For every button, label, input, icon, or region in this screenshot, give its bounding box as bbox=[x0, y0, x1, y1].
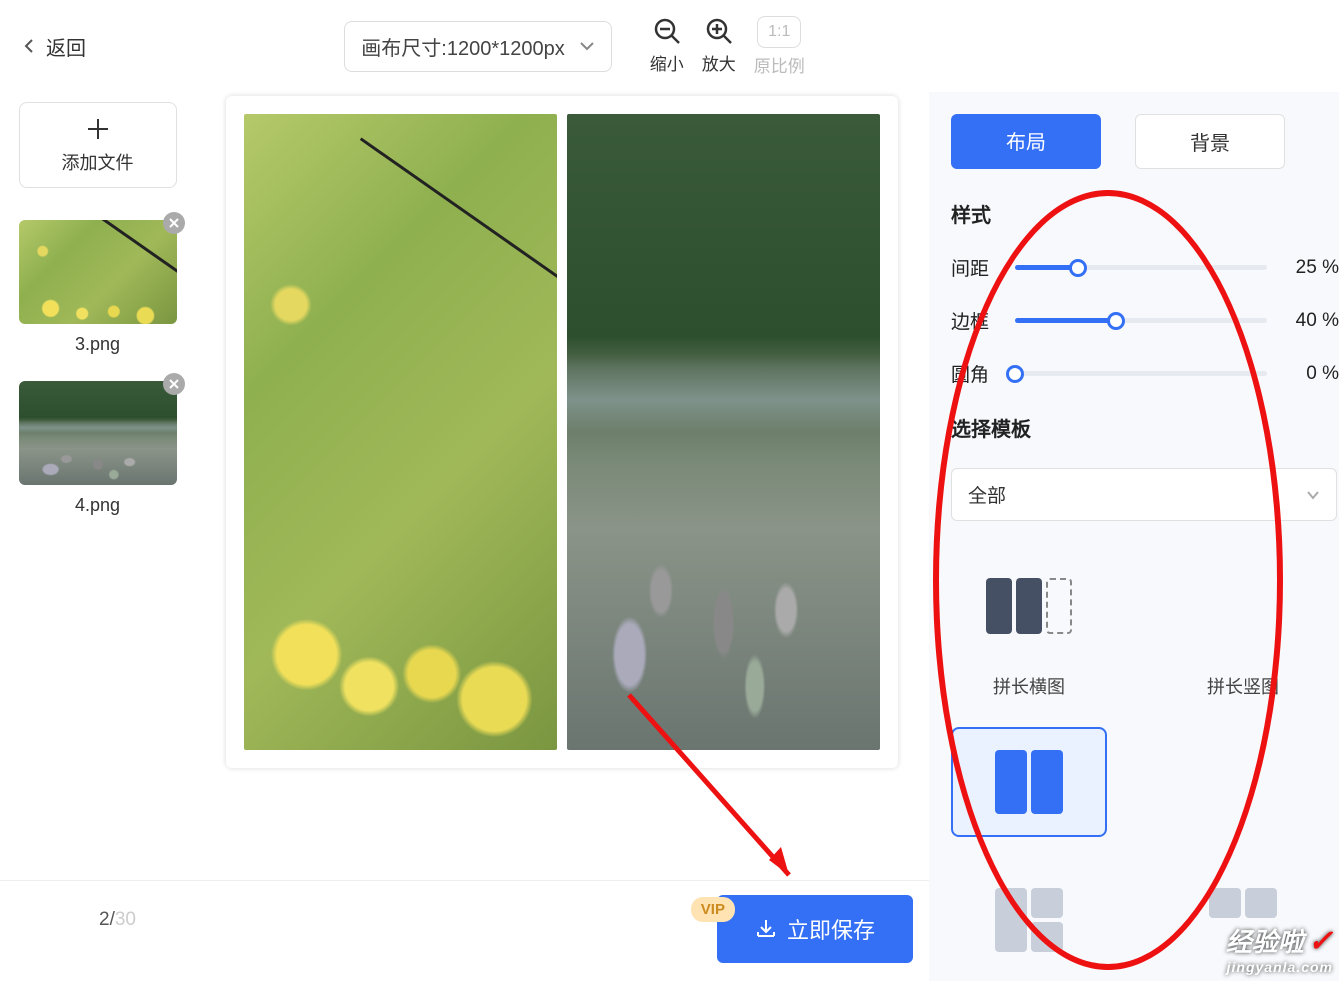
template-grid-3a[interactable] bbox=[951, 865, 1107, 975]
plus-icon bbox=[84, 115, 112, 143]
spacing-label: 间距 bbox=[951, 254, 997, 281]
thumbnail-image bbox=[19, 381, 177, 485]
canvas-slot-left[interactable] bbox=[244, 114, 557, 750]
left-sidebar: 添加文件 3.png 4.png bbox=[0, 92, 195, 981]
zoom-out-button[interactable]: 缩小 bbox=[650, 16, 684, 75]
back-label: 返回 bbox=[46, 32, 86, 61]
top-toolbar: 返回 画布尺寸:1200*1200px 缩小 放大 1:1 原比例 bbox=[0, 0, 1339, 92]
template-long-vertical[interactable]: 拼长竖图 bbox=[1165, 551, 1321, 699]
border-label: 边框 bbox=[951, 307, 997, 334]
corner-slider[interactable] bbox=[1015, 364, 1267, 384]
chevron-left-icon bbox=[22, 38, 38, 54]
template-filter-select[interactable]: 全部 bbox=[951, 468, 1337, 521]
canvas-area: 2/30 VIP 立即保存 bbox=[195, 92, 929, 981]
tab-layout[interactable]: 布局 bbox=[951, 114, 1101, 169]
vip-badge: VIP bbox=[691, 897, 735, 922]
border-row: 边框 40 % bbox=[951, 307, 1339, 334]
spacing-value: 25 % bbox=[1285, 257, 1339, 279]
template-side-by-side[interactable] bbox=[951, 727, 1107, 837]
template-heading: 选择模板 bbox=[951, 413, 1339, 442]
thumbnail-name: 4.png bbox=[75, 495, 120, 516]
save-button[interactable]: 立即保存 bbox=[717, 895, 913, 963]
canvas-size-label: 画布尺寸:1200*1200px bbox=[361, 32, 564, 61]
thumbnail-remove-button[interactable] bbox=[163, 212, 185, 234]
page-current: 2 bbox=[99, 909, 110, 930]
divider bbox=[0, 880, 949, 881]
template-stacked[interactable] bbox=[1165, 727, 1321, 837]
zoom-controls: 缩小 放大 1:1 原比例 bbox=[650, 16, 805, 77]
template-filter-value: 全部 bbox=[968, 481, 1006, 508]
page-total: 30 bbox=[115, 909, 136, 930]
zoom-in-icon bbox=[704, 16, 734, 46]
ratio-label: 原比例 bbox=[754, 52, 805, 77]
save-label: 立即保存 bbox=[787, 913, 875, 945]
page-counter: 2/30 bbox=[99, 909, 136, 931]
template-label: 拼长竖图 bbox=[1207, 673, 1279, 699]
save-area: VIP 立即保存 bbox=[691, 895, 913, 963]
zoom-in-label: 放大 bbox=[702, 50, 736, 75]
thumbnail-image bbox=[19, 220, 177, 324]
template-grid: 拼长横图 拼长竖图 bbox=[951, 551, 1339, 975]
add-file-label: 添加文件 bbox=[62, 149, 134, 175]
corner-value: 0 % bbox=[1285, 363, 1339, 385]
spacing-slider[interactable] bbox=[1015, 258, 1267, 278]
template-long-horizontal[interactable]: 拼长横图 bbox=[951, 551, 1107, 699]
style-heading: 样式 bbox=[951, 199, 1339, 228]
close-icon bbox=[169, 379, 179, 389]
template-label: 拼长横图 bbox=[993, 673, 1065, 699]
chevron-down-icon bbox=[579, 38, 595, 54]
thumbnail-item[interactable] bbox=[19, 220, 177, 324]
panel-tabs: 布局 背景 bbox=[951, 114, 1339, 169]
right-panel: 布局 背景 样式 间距 25 % 边框 40 % 圆角 0 % 选择模板 bbox=[929, 92, 1339, 981]
thumbnail-item[interactable] bbox=[19, 381, 177, 485]
canvas-slot-right[interactable] bbox=[567, 114, 880, 750]
corner-row: 圆角 0 % bbox=[951, 360, 1339, 387]
canvas-size-select[interactable]: 画布尺寸:1200*1200px bbox=[344, 21, 611, 72]
top-center: 画布尺寸:1200*1200px 缩小 放大 1:1 原比例 bbox=[234, 16, 915, 77]
corner-label: 圆角 bbox=[951, 360, 997, 387]
reset-ratio-button[interactable]: 1:1 原比例 bbox=[754, 16, 805, 77]
back-button[interactable]: 返回 bbox=[14, 24, 94, 69]
download-icon bbox=[755, 918, 777, 940]
zoom-out-label: 缩小 bbox=[650, 50, 684, 75]
collage-canvas[interactable] bbox=[226, 96, 898, 768]
close-icon bbox=[169, 218, 179, 228]
add-file-button[interactable]: 添加文件 bbox=[19, 102, 177, 188]
chevron-down-icon bbox=[1306, 488, 1320, 502]
template-grid-3b[interactable] bbox=[1165, 865, 1321, 975]
thumbnail-name: 3.png bbox=[75, 334, 120, 355]
border-value: 40 % bbox=[1285, 310, 1339, 332]
zoom-in-button[interactable]: 放大 bbox=[702, 16, 736, 75]
spacing-row: 间距 25 % bbox=[951, 254, 1339, 281]
zoom-out-icon bbox=[652, 16, 682, 46]
ratio-value: 1:1 bbox=[757, 16, 801, 48]
tab-background[interactable]: 背景 bbox=[1135, 114, 1285, 169]
thumbnail-remove-button[interactable] bbox=[163, 373, 185, 395]
border-slider[interactable] bbox=[1015, 311, 1267, 331]
main-area: 添加文件 3.png 4.png 2/30 bbox=[0, 92, 1339, 981]
